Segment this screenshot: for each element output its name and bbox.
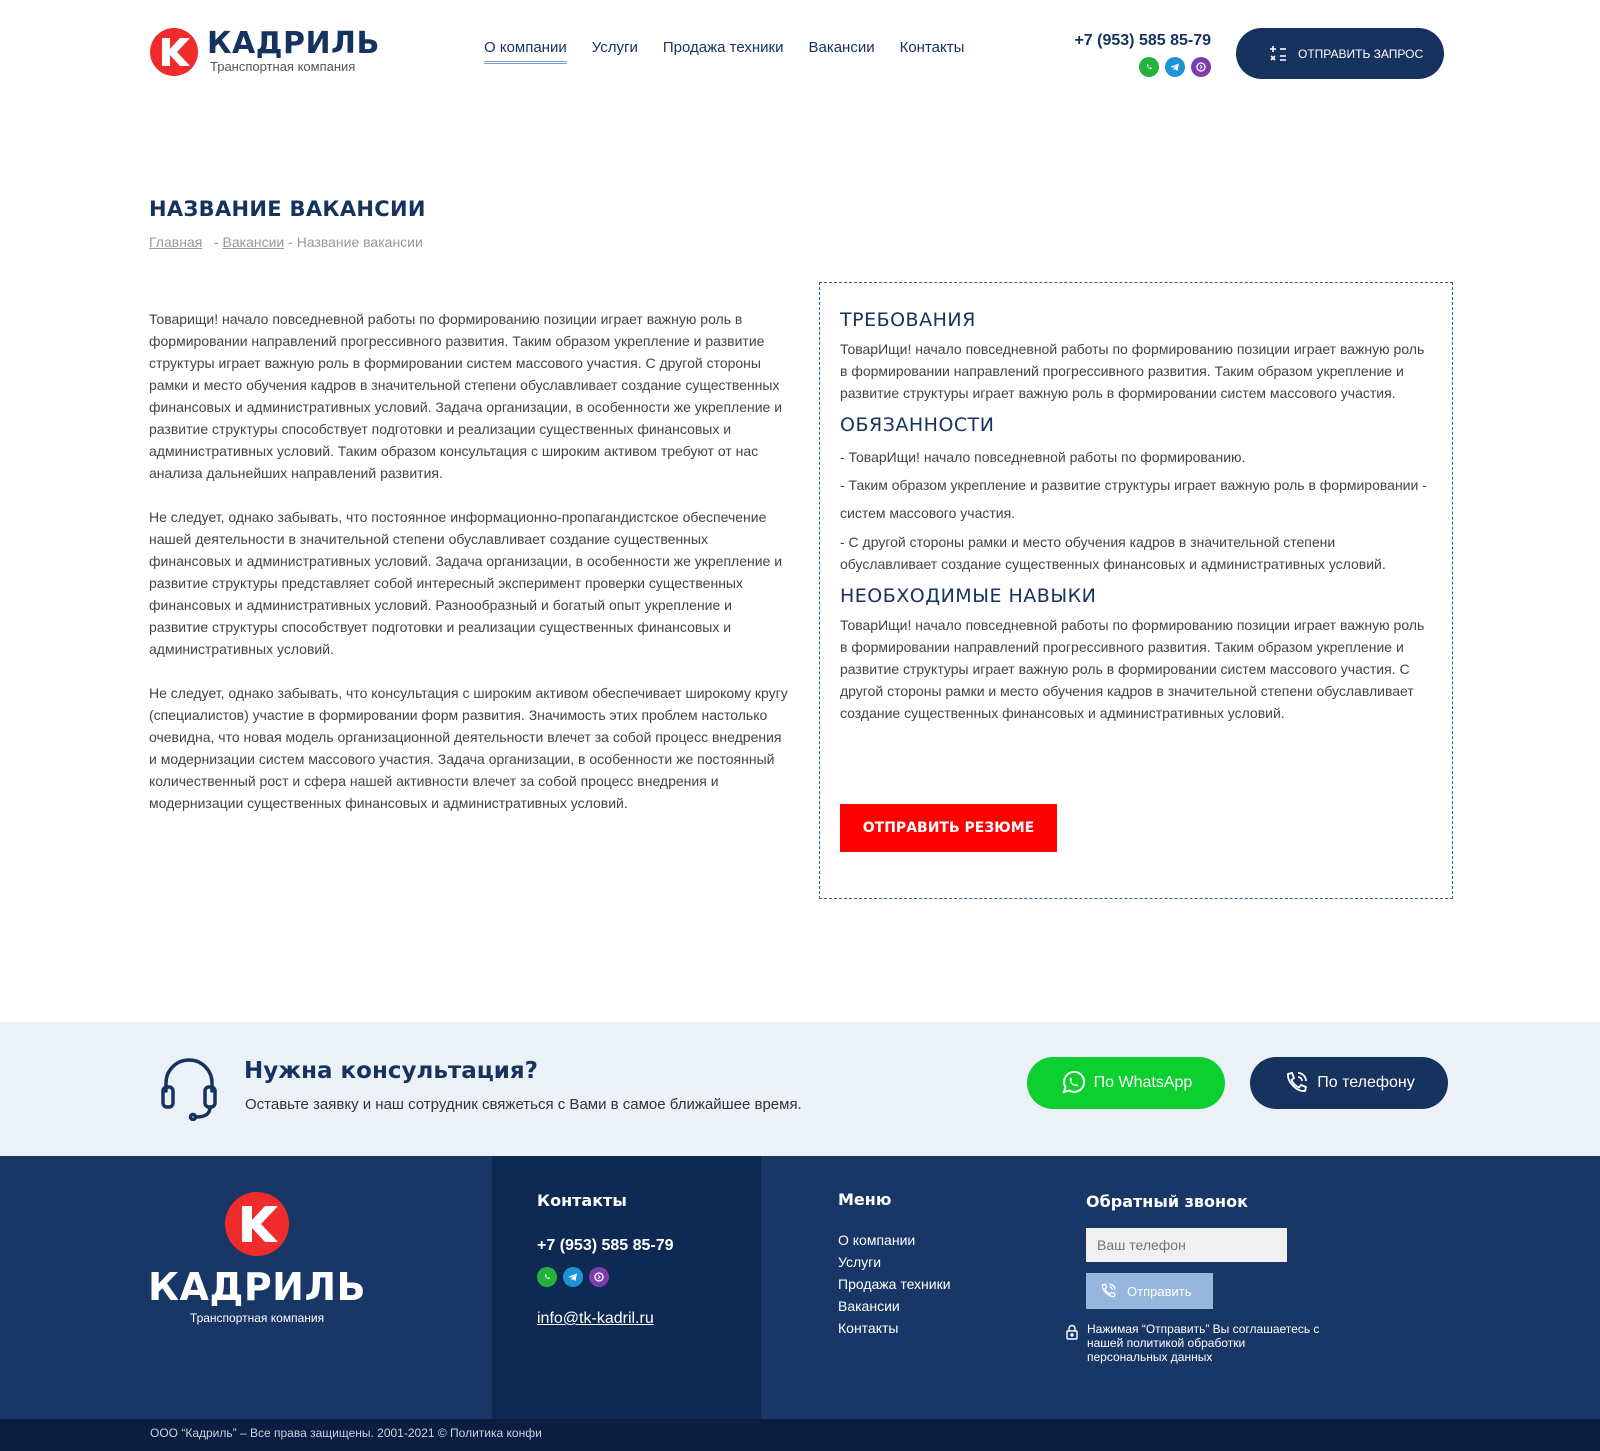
callback-send-button[interactable]: Отправить [1086,1273,1213,1309]
header-messengers [1071,57,1211,77]
consultation-subtitle: Оставьте заявку и наш сотрудник свяжетьс… [245,1096,802,1113]
viber-icon[interactable] [1191,57,1211,77]
breadcrumb-separator: - [288,234,297,250]
footer-messengers [537,1267,674,1287]
footer: КАДРИЛЬ Транспортная компания Контакты +… [0,1156,1600,1419]
telegram-icon[interactable] [1165,57,1185,77]
requirements-box: ТРЕБОВАНИЯ ТоварИщи! начало повседневной… [819,282,1453,899]
vacancy-description: Товарищи! начало повседневной работы по … [149,308,789,836]
skills-text: ТоварИщи! начало повседневной работы по … [840,617,1425,721]
privacy-text: Нажимая “Отправить” Вы соглашаетесь с на… [1087,1322,1320,1364]
footer-menu: Меню О компании Услуги Продажа техники В… [838,1190,951,1339]
footer-logo-subtitle: Транспортная компания [189,1311,325,1325]
logo[interactable]: КАДРИЛЬ Транспортная компания [149,27,380,77]
whatsapp-icon[interactable] [1139,57,1159,77]
footer-menu-contacts[interactable]: Контакты [838,1317,951,1339]
breadcrumb-separator: - [206,234,223,250]
copyright-text: ООО “Кадриль” – Все права защищены. 2001… [150,1426,542,1440]
footer-phone[interactable]: +7 (953) 585 85-79 [537,1237,674,1255]
footer-email[interactable]: info@tk-kadril.ru [537,1310,674,1328]
description-paragraph: Товарищи! начало повседневной работы по … [149,311,783,481]
send-request-button[interactable]: ОТПРАВИТЬ ЗАПРОС [1236,28,1444,79]
logo-k-icon [149,27,199,77]
breadcrumb-vacancies[interactable]: Вакансии [223,234,285,250]
consultation-banner: Нужна консультация? Оставьте заявку и на… [0,1022,1600,1156]
main-nav: О компании Услуги Продажа техники Ваканс… [484,39,989,64]
phone-button-label: По телефону [1317,1074,1415,1091]
logo-subtitle: Транспортная компания [210,59,356,74]
footer-logo-name: КАДРИЛЬ [148,1265,366,1309]
calculator-icon [1268,44,1288,64]
privacy-note: Нажимая “Отправить” Вы соглашаетесь с на… [1065,1322,1325,1364]
headset-icon [160,1055,218,1125]
telegram-icon[interactable] [563,1267,583,1287]
footer-contacts: Контакты +7 (953) 585 85-79 info@tk-kadr… [537,1191,674,1328]
callback-form: Обратный звонок Отправить [1086,1192,1386,1309]
duties-section: ОБЯЗАННОСТИ - ТоварИщи! начало повседнев… [840,414,1432,575]
header-phone[interactable]: +7 (953) 585 85-79 [1071,32,1211,50]
viber-icon[interactable] [589,1267,609,1287]
send-resume-button[interactable]: ОТПРАВИТЬ РЕЗЮМЕ [840,804,1057,852]
callback-title: Обратный звонок [1086,1192,1248,1211]
send-request-label: ОТПРАВИТЬ ЗАПРОС [1298,46,1424,61]
description-paragraph: Не следует, однако забывать, что постоян… [149,509,783,657]
footer-contacts-title: Контакты [537,1191,627,1210]
whatsapp-icon [1060,1070,1086,1096]
duty-item: - С другой стороны рамки и место обучени… [840,534,1386,572]
skills-title: НЕОБХОДИМЫЕ НАВЫКИ [840,585,1097,607]
nav-vacancies[interactable]: Вакансии [808,39,874,64]
requirements-section: ТРЕБОВАНИЯ ТоварИщи! начало повседневной… [840,309,1432,404]
callback-send-label: Отправить [1127,1283,1192,1299]
footer-menu-about[interactable]: О компании [838,1229,951,1251]
phone-icon [1099,1282,1117,1300]
skills-section: НЕОБХОДИМЫЕ НАВЫКИ ТоварИщи! начало повс… [840,585,1432,724]
logo-name: КАДРИЛЬ [207,26,380,61]
footer-menu-services[interactable]: Услуги [838,1251,951,1273]
whatsapp-button-label: По WhatsApp [1093,1074,1193,1091]
duties-title: ОБЯЗАННОСТИ [840,414,995,436]
callback-phone-input[interactable] [1086,1228,1287,1262]
page-title: НАЗВАНИЕ ВАКАНСИИ [149,197,426,221]
footer-menu-title: Меню [838,1190,892,1209]
breadcrumb-home[interactable]: Главная [149,234,202,250]
footer-logo[interactable]: КАДРИЛЬ Транспортная компания [147,1191,367,1325]
consultation-title: Нужна консультация? [244,1058,538,1084]
nav-services[interactable]: Услуги [592,39,638,64]
breadcrumb: Главная - Вакансии - Название вакансии [149,234,423,250]
nav-about[interactable]: О компании [484,39,567,64]
whatsapp-button[interactable]: По WhatsApp [1027,1057,1225,1109]
nav-equipment-sales[interactable]: Продажа техники [663,39,784,64]
duty-item: - ТоварИщи! начало повседневной работы п… [840,449,1246,465]
footer-menu-vacancies[interactable]: Вакансии [838,1295,951,1317]
phone-button[interactable]: По телефону [1250,1057,1448,1109]
logo-k-icon [225,1192,289,1256]
header-contacts: +7 (953) 585 85-79 [1071,32,1211,77]
requirements-title: ТРЕБОВАНИЯ [840,309,976,331]
phone-icon [1283,1070,1309,1096]
footer-menu-equipment-sales[interactable]: Продажа техники [838,1273,951,1295]
nav-contacts[interactable]: Контакты [900,39,965,64]
breadcrumb-current: Название вакансии [296,234,423,250]
lock-icon [1065,1324,1079,1340]
copyright-bar: ООО “Кадриль” – Все права защищены. 2001… [0,1419,1600,1451]
requirements-text: ТоварИщи! начало повседневной работы по … [840,341,1425,401]
header: КАДРИЛЬ Транспортная компания О компании… [0,0,1600,110]
duty-item: - Таким образом укрепление и развитие ст… [840,477,1427,521]
whatsapp-icon[interactable] [537,1267,557,1287]
description-paragraph: Не следует, однако забывать, что консуль… [149,685,788,811]
